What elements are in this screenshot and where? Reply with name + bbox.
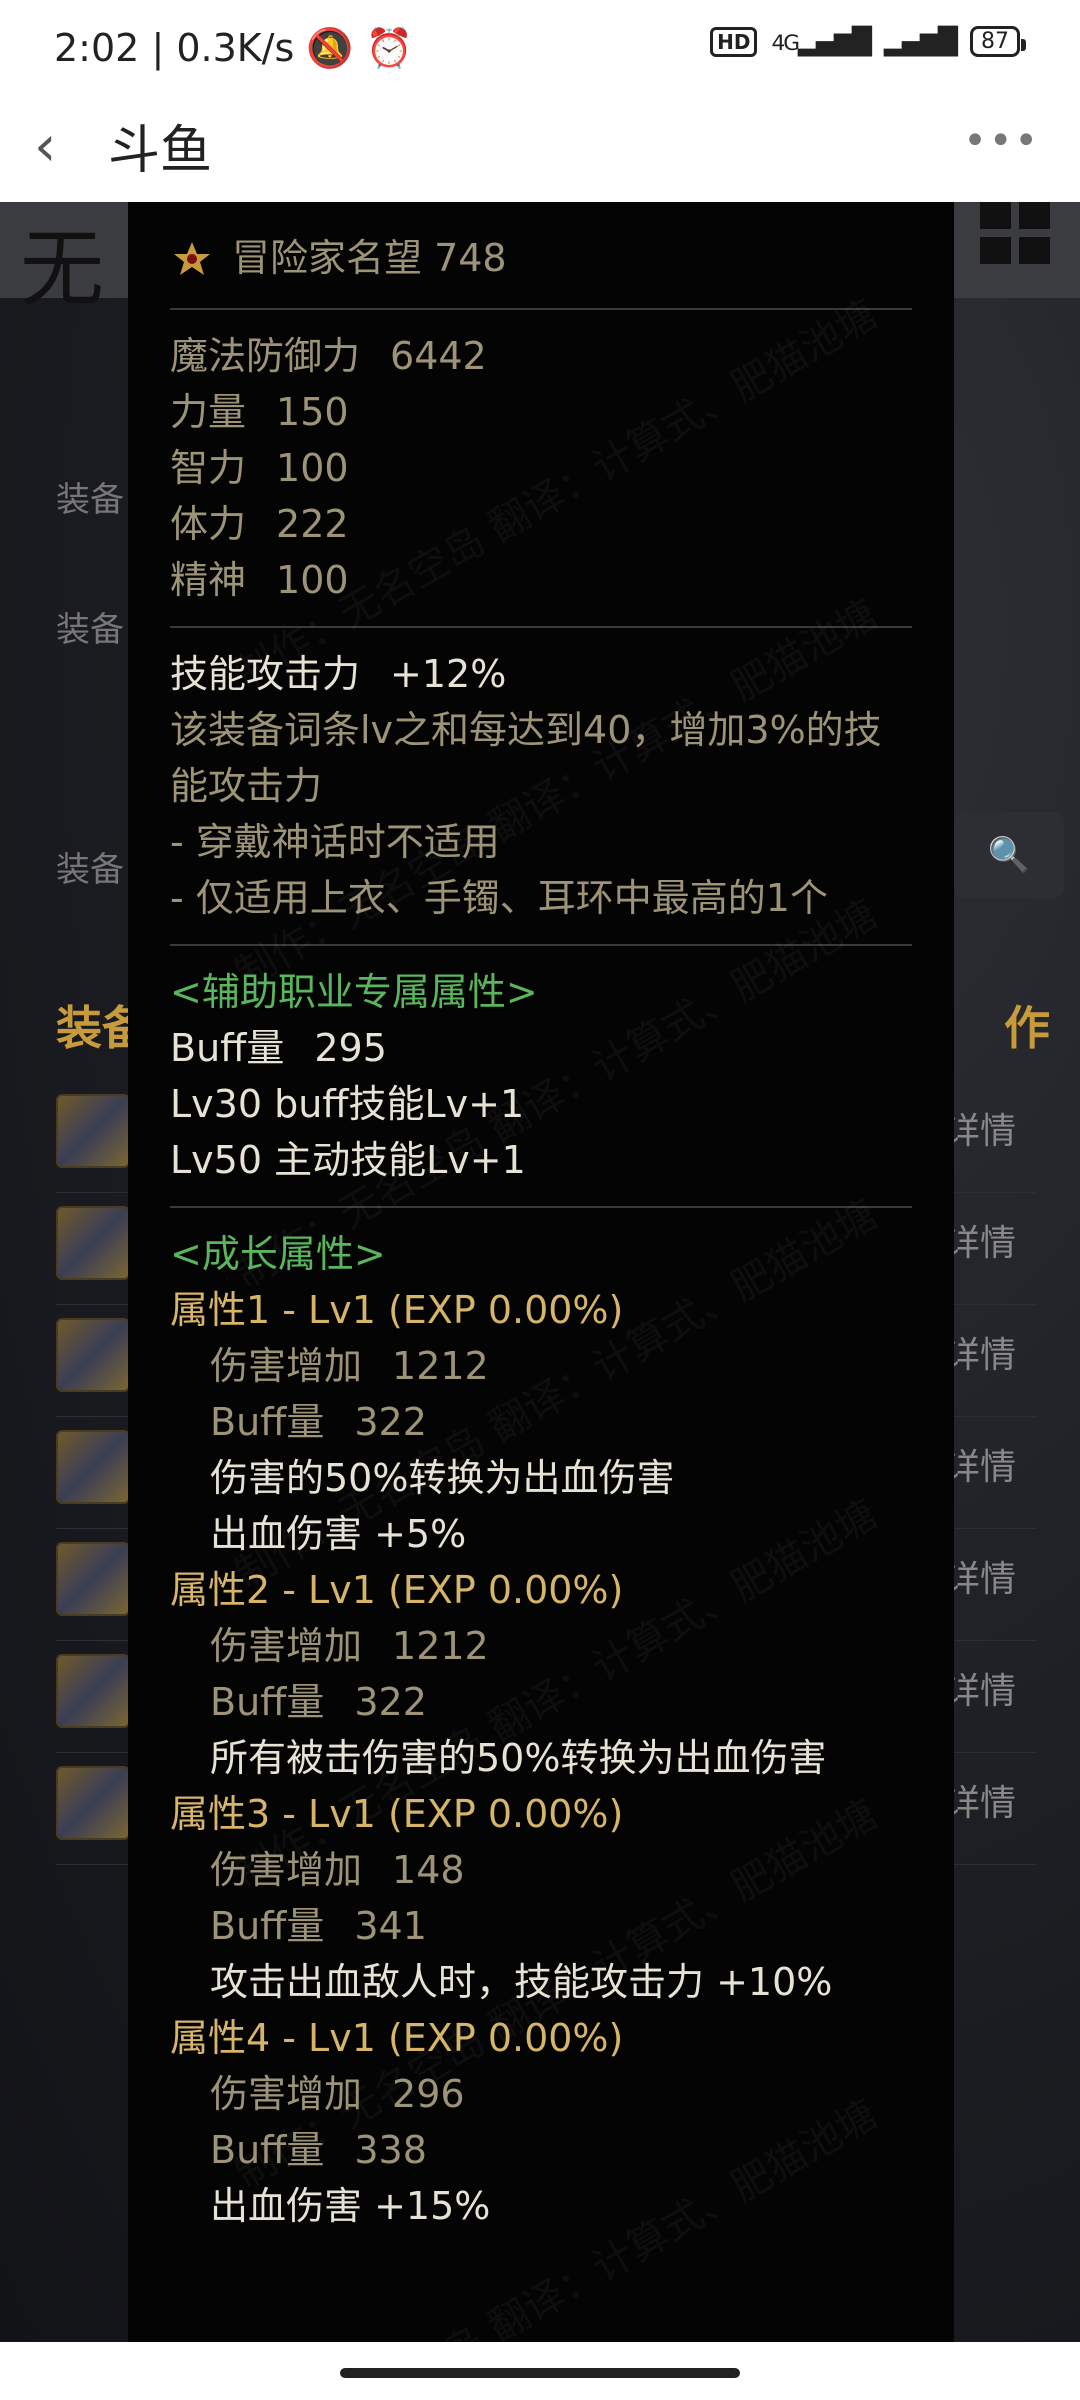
growth-header: <成长属性> xyxy=(170,1232,386,1276)
divider xyxy=(170,626,912,628)
attr-buff-row: Buff量 338 xyxy=(210,2128,427,2172)
status-icons: HD 4G▂▄▆█ ▂▄▆█ 87 xyxy=(710,26,1026,57)
site-logo[interactable]: 无 xyxy=(20,202,104,323)
filter-label: 装备 xyxy=(56,610,124,650)
detail-link[interactable]: 详情 xyxy=(944,1662,1016,1714)
network-speed: 0.3K/s xyxy=(176,26,295,70)
detail-link[interactable]: 详情 xyxy=(944,1326,1016,1378)
stat-row: 体力 222 xyxy=(170,502,349,546)
attr-title: 属性3 - Lv1 (EXP 0.00%) xyxy=(170,1792,624,1836)
equipment-tooltip: 制作：无名空岛 翻译：计算式、肥猫池塘 制作：无名空岛 翻译：计算式、肥猫池塘 … xyxy=(128,202,954,2354)
alarm-icon: ⏰ xyxy=(365,26,414,70)
reputation-row: 冒险家名望 748 xyxy=(170,202,912,290)
battery-level: 87 xyxy=(981,29,1009,54)
section-heading-action: 作 xyxy=(1004,1001,1050,1055)
attr-effect: 伤害的50%转换为出血伤害 xyxy=(210,1456,675,1500)
detail-link[interactable]: 详情 xyxy=(944,1774,1016,1826)
status-bar: 2:02 | 0.3K/s 🔕 ⏰ HD 4G▂▄▆█ ▂▄▆█ 87 xyxy=(0,0,1080,96)
filter-label: 装备 xyxy=(56,480,124,520)
stat-row: 智力 100 xyxy=(170,446,349,490)
page-title: 斗鱼 xyxy=(108,121,213,181)
growth-attr-3: 属性3 - Lv1 (EXP 0.00%) 伤害增加 148 Buff量 341 攻… xyxy=(170,1786,912,2010)
hd-icon: HD xyxy=(710,26,758,57)
support-section: <辅助职业专属属性> Buff量 295 Lv30 buff技能Lv+1 Lv50… xyxy=(170,964,912,1188)
equipment-thumbnail xyxy=(56,1318,130,1392)
attr-effect: 所有被击伤害的50%转换为出血伤害 xyxy=(210,1736,827,1780)
attr-title: 属性1 - Lv1 (EXP 0.00%) xyxy=(170,1288,624,1332)
status-time: 2:02 | 0.3K/s 🔕 ⏰ xyxy=(54,26,413,71)
attr-damage-row: 伤害增加 1212 xyxy=(210,1624,489,1668)
basic-stats: 魔法防御力 6442 力量 150 智力 100 体力 222 精神 100 xyxy=(170,328,912,608)
attr-effect: 攻击出血敌人时，技能攻击力 +10% xyxy=(210,1960,833,2004)
attr-buff-row: Buff量 341 xyxy=(210,1904,427,1948)
detail-link[interactable]: 详情 xyxy=(944,1550,1016,1602)
navigation-bar xyxy=(0,2342,1080,2400)
attr-damage-row: 伤害增加 296 xyxy=(210,2072,465,2116)
attr-damage-row: 伤害增加 1212 xyxy=(210,1344,489,1388)
skill-note: - 仅适用上衣、手镯、耳环中最高的1个 xyxy=(170,876,828,920)
signal-2-icon: ▂▄▆█ xyxy=(884,26,958,57)
search-icon[interactable]: 🔍 xyxy=(954,812,1064,898)
equipment-thumbnail xyxy=(56,1430,130,1504)
reputation-icon xyxy=(174,242,210,275)
separator: | xyxy=(151,26,177,70)
detail-link[interactable]: 详情 xyxy=(944,1214,1016,1266)
skill-desc: 能攻击力 xyxy=(170,764,323,808)
stat-row: 魔法防御力 6442 xyxy=(170,334,487,378)
mute-icon: 🔕 xyxy=(306,26,354,70)
app-bar: ‹ 斗鱼 ••• xyxy=(0,96,1080,202)
more-options-icon[interactable]: ••• xyxy=(963,118,1040,164)
attr-effect: 出血伤害 +15% xyxy=(210,2184,491,2228)
equipment-thumbnail xyxy=(56,1094,130,1168)
filter-label: 装备 xyxy=(56,850,124,890)
equipment-thumbnail xyxy=(56,1542,130,1616)
attr-effect: 出血伤害 +5% xyxy=(210,1512,467,1556)
support-line: Lv50 主动技能Lv+1 xyxy=(170,1138,526,1182)
stat-row: 精神 100 xyxy=(170,558,349,602)
support-line: Lv30 buff技能Lv+1 xyxy=(170,1082,525,1126)
menu-grid-icon[interactable] xyxy=(980,202,1050,264)
equipment-thumbnail xyxy=(56,1206,130,1280)
battery-icon: 87 xyxy=(970,26,1026,57)
growth-attr-1: 属性1 - Lv1 (EXP 0.00%) 伤害增加 1212 Buff量 322 … xyxy=(170,1282,912,1562)
growth-attr-4: 属性4 - Lv1 (EXP 0.00%) 伤害增加 296 Buff量 338 出… xyxy=(170,2010,912,2234)
skill-section: 技能攻击力 +12% 该装备词条lv之和每达到40，增加3%的技 能攻击力 - 穿… xyxy=(170,646,912,926)
attr-title: 属性4 - Lv1 (EXP 0.00%) xyxy=(170,2016,624,2060)
attr-buff-row: Buff量 322 xyxy=(210,1400,427,1444)
growth-attr-2: 属性2 - Lv1 (EXP 0.00%) 伤害增加 1212 Buff量 322 … xyxy=(170,1562,912,1786)
detail-link[interactable]: 详情 xyxy=(944,1438,1016,1490)
skill-desc: 该装备词条lv之和每达到40，增加3%的技 xyxy=(170,708,882,752)
divider xyxy=(170,1206,912,1208)
attr-damage-row: 伤害增加 148 xyxy=(210,1848,465,1892)
detail-link[interactable]: 详情 xyxy=(944,1102,1016,1154)
back-icon[interactable]: ‹ xyxy=(34,114,56,179)
attr-title: 属性2 - Lv1 (EXP 0.00%) xyxy=(170,1568,624,1612)
divider xyxy=(170,308,912,310)
signal-icon: 4G▂▄▆█ xyxy=(771,26,872,57)
growth-section: <成长属性> 属性1 - Lv1 (EXP 0.00%) 伤害增加 1212 Bu… xyxy=(170,1226,912,2234)
support-buff-row: Buff量 295 xyxy=(170,1026,387,1070)
clock-text: 2:02 xyxy=(54,26,140,70)
stat-row: 力量 150 xyxy=(170,390,349,434)
equipment-thumbnail xyxy=(56,1766,130,1840)
equipment-thumbnail xyxy=(56,1654,130,1728)
attr-buff-row: Buff量 322 xyxy=(210,1680,427,1724)
skill-attack-row: 技能攻击力 +12% xyxy=(170,652,507,696)
skill-note: - 穿戴神话时不适用 xyxy=(170,820,500,864)
support-header: <辅助职业专属属性> xyxy=(170,970,538,1014)
divider xyxy=(170,944,912,946)
reputation-text: 冒险家名望 748 xyxy=(232,236,507,280)
home-indicator[interactable] xyxy=(340,2368,740,2378)
